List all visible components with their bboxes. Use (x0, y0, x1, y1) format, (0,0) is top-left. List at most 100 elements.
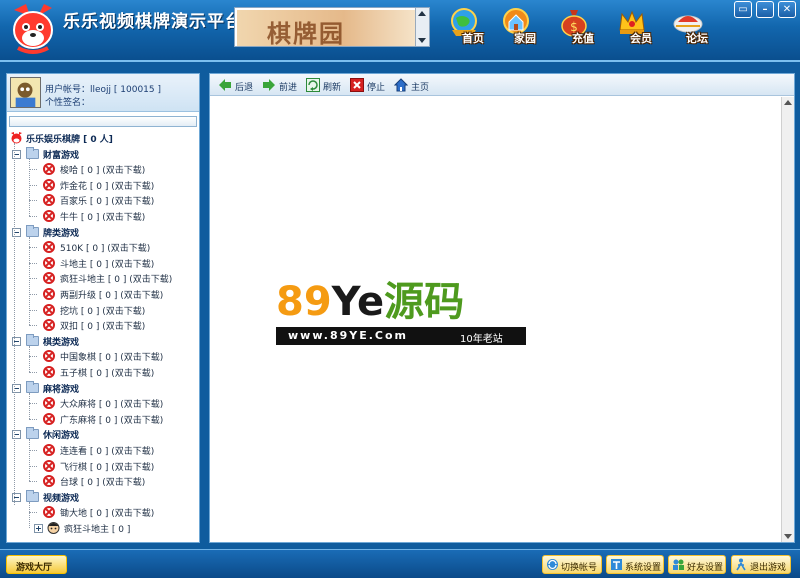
not-installed-icon (43, 241, 55, 254)
back-arrow-icon (219, 79, 231, 91)
nav-recharge-label: 充值 (572, 32, 594, 45)
tree-game-label: 飞行棋 [ 0 ] (双击下载) (60, 462, 155, 473)
nav-homeland-button[interactable]: 家园 (498, 6, 556, 46)
game-lobby-label: 游戏大厅 (16, 563, 53, 573)
nav-home-label: 首页 (462, 32, 484, 45)
tree-category[interactable]: 牌类游戏 (10, 224, 196, 239)
game-lobby-button[interactable]: 游戏大厅 (6, 555, 67, 574)
tree-root[interactable]: 乐乐娱乐棋牌 [ 0 人] (10, 130, 196, 145)
not-installed-icon (43, 444, 55, 456)
app-title: 乐乐视频棋牌演示平台 (63, 12, 243, 32)
scroll-down-icon[interactable] (418, 38, 426, 43)
tree-game-label: 疯狂斗地主 [ 0 ] (双击下载) (60, 275, 173, 286)
not-installed-icon (43, 412, 55, 425)
bottom-bar: 游戏大厅 切换帐号 系统设置 好友设置 退出游戏 (0, 549, 800, 578)
switch-account-button[interactable]: 切换帐号 (542, 555, 602, 574)
nav-forum-label: 论坛 (686, 32, 708, 45)
tree-game-item[interactable]: 连连看 [ 0 ] (双击下载) (29, 442, 197, 457)
banner-scrollbar[interactable] (415, 8, 429, 46)
exit-game-button[interactable]: 退出游戏 (731, 555, 791, 574)
tree-game-item[interactable]: 牛牛 [ 0 ] (双击下载) (29, 208, 197, 223)
tree-category[interactable]: 财富游戏 (10, 146, 196, 161)
tree-game-label: 五子棋 [ 0 ] (双击下载) (60, 369, 155, 379)
scroll-down-icon[interactable] (784, 534, 792, 539)
tree-game-item[interactable]: 飞行棋 [ 0 ] (双击下载) (29, 458, 197, 473)
expand-icon[interactable] (34, 524, 43, 533)
refresh-icon (306, 78, 320, 92)
user-signature: 个性签名： (45, 98, 91, 108)
nav-home-button[interactable]: 首页 (446, 6, 504, 46)
ad-banner[interactable]: 棋牌园 (234, 7, 430, 47)
tree-game-label: 双扣 [ 0 ] (双击下载) (60, 322, 146, 333)
restore-button[interactable]: ▭ (734, 1, 752, 18)
home-button[interactable]: 主页 (394, 77, 434, 93)
tree-game-item[interactable]: 疯狂斗地主 [ 0 ] (29, 520, 197, 535)
tree-category[interactable]: 棋类游戏 (10, 333, 196, 348)
web-content[interactable]: 89Ye源码 www.89YE.Com 10年老站 (210, 97, 780, 542)
scroll-up-icon[interactable] (784, 100, 792, 105)
friend-settings-label: 好友设置 (687, 563, 724, 573)
not-installed-icon (43, 350, 55, 363)
app-window: 乐乐视频棋牌演示平台 棋牌园 首页 家园 $ 充值 会员 论坛 ▭ – ✕ 用户… (0, 0, 800, 578)
tree-game-item[interactable]: 两副升级 [ 0 ] (双击下载) (29, 286, 197, 301)
tree-connector (29, 278, 37, 280)
tree-category[interactable]: 麻将游戏 (10, 380, 196, 395)
tree-game-item[interactable]: 炸金花 [ 0 ] (双击下载) (29, 177, 197, 192)
tree-game-label: 两副升级 [ 0 ] (双击下载) (60, 291, 164, 301)
tree-game-item[interactable]: 五子棋 [ 0 ] (双击下载) (29, 364, 197, 379)
tree-game-item[interactable]: 梭哈 [ 0 ] (双击下载) (29, 161, 197, 176)
tree-category-label: 财富游戏 (43, 150, 80, 161)
browser-panel: 后退 前进 刷新 停止 主页 89Ye源码 www.89YE.Com 10年老站 (209, 73, 795, 543)
tree-game-label: 连连看 [ 0 ] (双击下载) (60, 447, 155, 457)
stop-label: 停止 (367, 83, 386, 93)
tree-connector (29, 465, 37, 467)
tree-game-item[interactable]: 锄大地 [ 0 ] (双击下载) (29, 504, 197, 519)
tree-category[interactable]: 视频游戏 (10, 489, 196, 504)
scroll-up-icon[interactable] (418, 11, 426, 16)
search-bar[interactable] (9, 116, 197, 127)
tree-game-item[interactable]: 广东麻将 [ 0 ] (双击下载) (29, 411, 197, 426)
minimize-button[interactable]: – (756, 1, 774, 18)
tree-game-item[interactable]: 中国象棋 [ 0 ] (双击下载) (29, 348, 197, 363)
not-installed-icon (43, 210, 55, 222)
not-installed-icon (43, 194, 55, 207)
tree-game-item[interactable]: 510K [ 0 ] (双击下载) (29, 239, 197, 254)
home-icon (394, 78, 408, 92)
tree-game-item[interactable]: 挖坑 [ 0 ] (双击下载) (29, 302, 197, 317)
banner-image[interactable]: 棋牌园 (237, 10, 415, 46)
refresh-button[interactable]: 刷新 (306, 77, 346, 93)
content-scrollbar[interactable] (781, 97, 794, 542)
header-bar: 乐乐视频棋牌演示平台 棋牌园 首页 家园 $ 充值 会员 论坛 ▭ – ✕ (0, 0, 800, 62)
not-installed-icon (43, 163, 55, 176)
nav-recharge-button[interactable]: $ 充值 (556, 6, 614, 46)
tree-game-item[interactable]: 疯狂斗地主 [ 0 ] (双击下载) (29, 270, 197, 285)
stop-button[interactable]: 停止 (350, 77, 390, 93)
folder-icon (26, 333, 39, 346)
tree-game-item[interactable]: 百家乐 [ 0 ] (双击下载) (29, 192, 197, 207)
tree-game-item[interactable]: 大众麻将 [ 0 ] (双击下载) (29, 395, 197, 410)
tree-category-label: 麻将游戏 (43, 384, 80, 395)
tree-connector (29, 247, 37, 249)
browser-toolbar: 后退 前进 刷新 停止 主页 (210, 74, 794, 96)
system-settings-button[interactable]: 系统设置 (606, 555, 664, 574)
forward-button[interactable]: 前进 (262, 77, 302, 93)
tree-game-item[interactable]: 台球 [ 0 ] (双击下载) (29, 473, 197, 488)
not-installed-icon (43, 506, 55, 519)
close-button[interactable]: ✕ (778, 1, 796, 18)
tree-game-item[interactable]: 双扣 [ 0 ] (双击下载) (29, 317, 197, 332)
tree-connector (29, 439, 30, 482)
folder-icon (26, 224, 39, 237)
tree-category[interactable]: 休闲游戏 (10, 426, 196, 441)
back-button[interactable]: 后退 (218, 77, 258, 93)
back-label: 后退 (235, 83, 254, 93)
watermark-logo: 89Ye源码 (276, 280, 464, 324)
avatar[interactable] (10, 77, 41, 108)
friend-settings-button[interactable]: 好友设置 (668, 555, 726, 574)
tree-connector (29, 450, 37, 451)
tree-game-label: 大众麻将 [ 0 ] (双击下载) (60, 400, 164, 411)
tree-category-label: 牌类游戏 (43, 228, 80, 239)
tree-game-item[interactable]: 斗地主 [ 0 ] (双击下载) (29, 255, 197, 270)
nav-member-button[interactable]: 会员 (614, 6, 672, 46)
tree-category-label: 休闲游戏 (43, 431, 80, 442)
nav-forum-button[interactable]: 论坛 (670, 6, 728, 46)
